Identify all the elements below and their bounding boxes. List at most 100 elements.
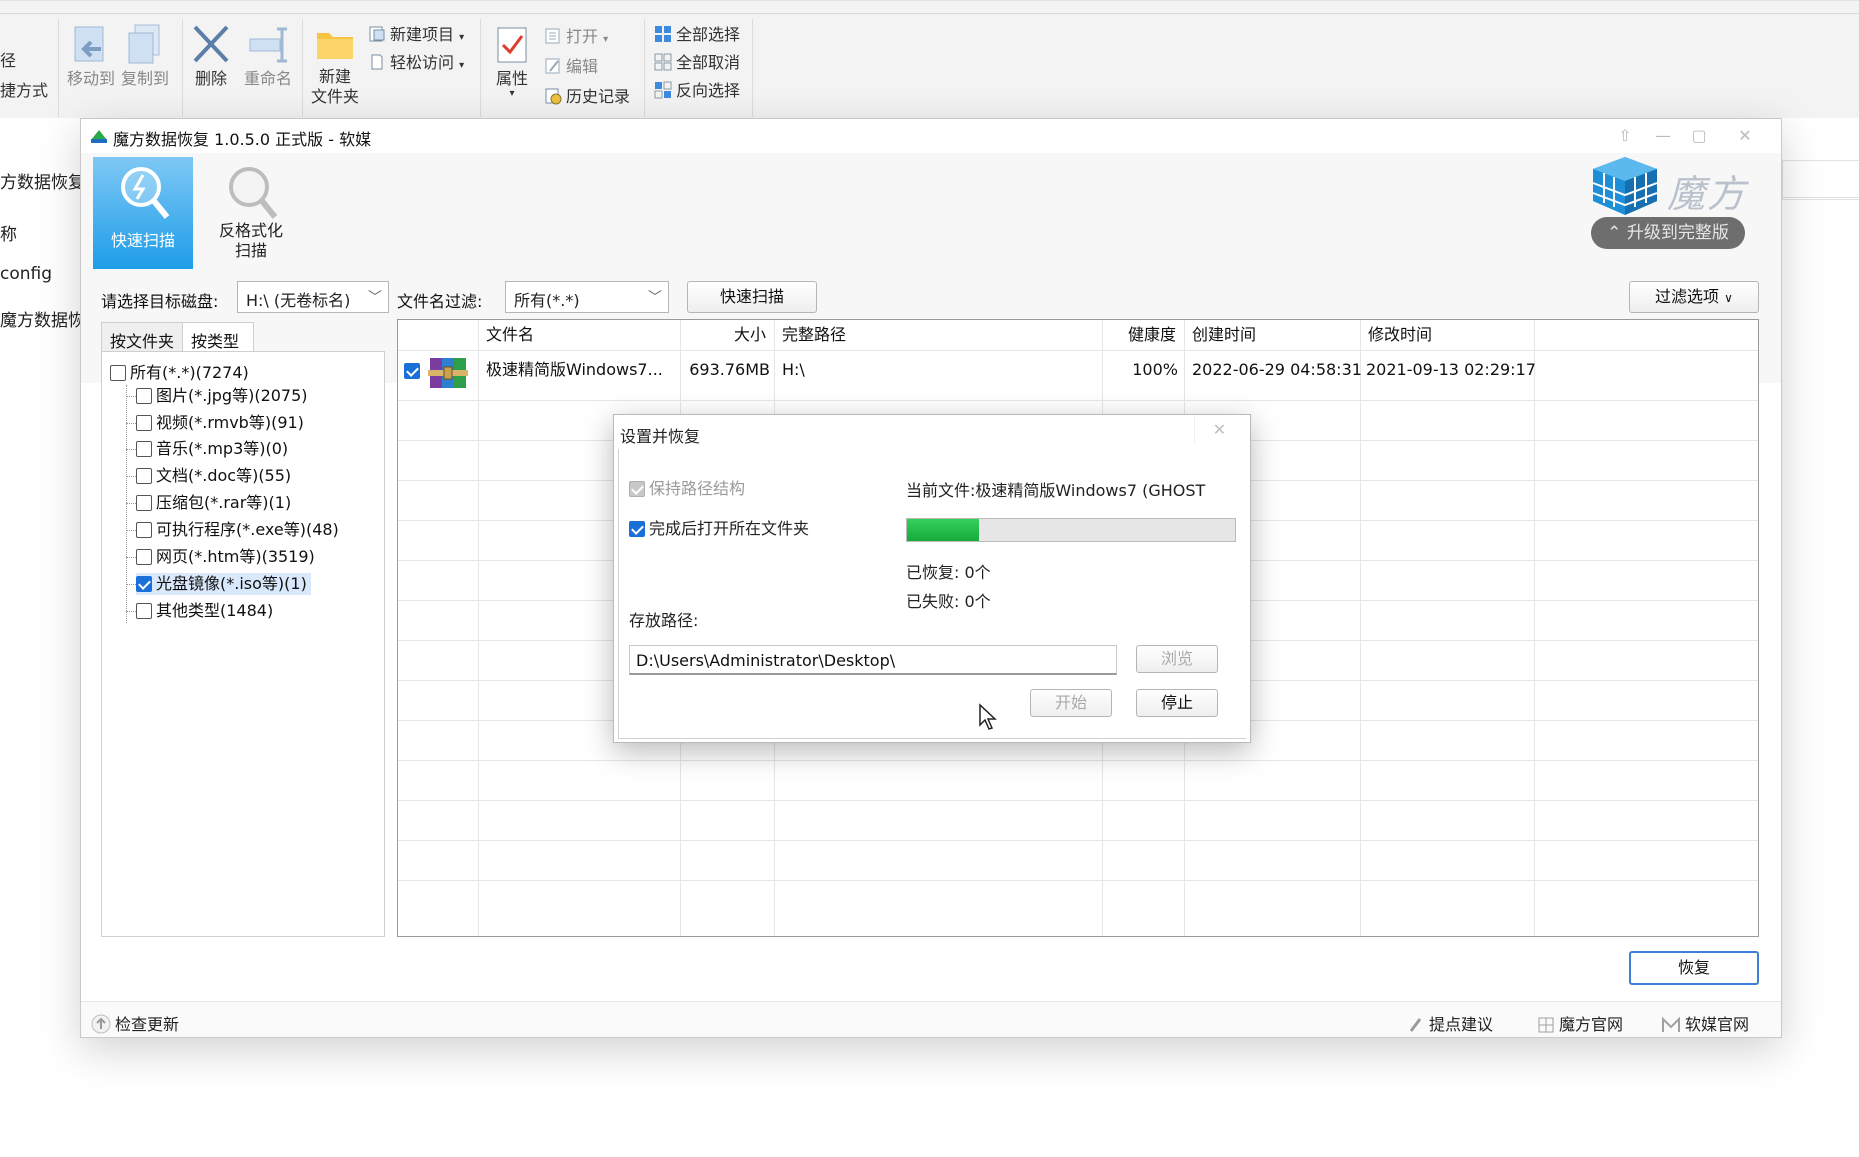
- history-button[interactable]: 历史记录: [544, 87, 630, 107]
- tree-item-label: 可执行程序(*.exe等)(48): [156, 520, 339, 539]
- unformat-scan-tool-label: 反格式化 扫描: [201, 221, 301, 261]
- quick-scan-tool-button[interactable]: 快速扫描: [93, 157, 193, 269]
- filename-filter-label: 文件名过滤:: [397, 292, 483, 311]
- shirt-icon: ⇧: [1618, 126, 1632, 145]
- move-to-button[interactable]: 移动到: [66, 23, 116, 89]
- checkbox-checked[interactable]: [629, 521, 645, 537]
- tree-item-label: 文档(*.doc等)(55): [156, 466, 292, 485]
- ribbon-divider: [302, 19, 303, 117]
- checkbox[interactable]: [136, 468, 152, 484]
- dialog-close-button[interactable]: ✕: [1194, 417, 1244, 443]
- feedback-link[interactable]: 提点建议: [1407, 1011, 1493, 1035]
- quick-scan-button[interactable]: 快速扫描: [687, 281, 817, 313]
- row-checkbox-checked[interactable]: [404, 363, 420, 379]
- tree-item-archives[interactable]: 压缩包(*.rar等)(1): [136, 492, 291, 514]
- checkbox[interactable]: [136, 441, 152, 457]
- save-path-input[interactable]: D:\Users\Administrator\Desktop\: [629, 645, 1117, 675]
- nav-item-config[interactable]: config: [0, 264, 52, 284]
- ribbon-partial-label-1: 径: [0, 51, 17, 70]
- filename-filter-select[interactable]: 所有(*.*) ﹀: [505, 281, 669, 313]
- checkbox-checked[interactable]: [136, 576, 152, 592]
- properties-check-icon: [497, 27, 527, 63]
- checkbox-disabled-checked[interactable]: [629, 481, 645, 497]
- window-title: 魔方数据恢复 1.0.5.0 正式版 - 软媒: [113, 130, 372, 149]
- checkbox[interactable]: [136, 415, 152, 431]
- stop-button[interactable]: 停止: [1136, 689, 1218, 717]
- recover-button[interactable]: 恢复: [1629, 951, 1759, 985]
- open-icon: [545, 28, 560, 44]
- new-item-dropdown[interactable]: 新建项目 ▾: [368, 25, 464, 48]
- update-arrow-icon: [91, 1014, 111, 1034]
- easy-access-dropdown[interactable]: 轻松访问 ▾: [368, 53, 464, 76]
- tree-item-documents[interactable]: 文档(*.doc等)(55): [136, 465, 291, 487]
- grid-line: [398, 880, 1758, 881]
- move-to-icon: [74, 26, 104, 62]
- checkbox[interactable]: [136, 549, 152, 565]
- ruanmei-site-label: 软媒官网: [1685, 1015, 1750, 1034]
- ruanmei-site-link[interactable]: 软媒官网: [1661, 1011, 1749, 1035]
- grid-line: [398, 350, 1758, 351]
- tree-item-executables[interactable]: 可执行程序(*.exe等)(48): [136, 519, 339, 541]
- column-header-path[interactable]: 完整路径: [776, 320, 852, 350]
- browse-button[interactable]: 浏览: [1136, 645, 1218, 673]
- start-button[interactable]: 开始: [1030, 689, 1112, 717]
- file-type-tree: 所有(*.*)(7274) 图片(*.jpg等)(2075) 视频(*.rmvb…: [101, 351, 385, 937]
- check-update-link[interactable]: 检查更新: [91, 1011, 179, 1035]
- new-folder-button[interactable]: 新建 文件夹: [306, 27, 364, 107]
- edit-button[interactable]: 编辑: [544, 57, 598, 77]
- keep-path-structure-checkbox[interactable]: 保持路径结构: [629, 475, 745, 499]
- nav-item-partial[interactable]: 方数据恢复: [0, 168, 85, 193]
- checkbox[interactable]: [136, 603, 152, 619]
- column-header-health[interactable]: 健康度: [1104, 320, 1182, 350]
- filter-options-button[interactable]: 过滤选项 ∨: [1629, 281, 1759, 313]
- close-icon: ✕: [1212, 420, 1227, 439]
- target-disk-select[interactable]: H:\ (无卷标名) ﹀: [237, 281, 389, 313]
- skin-button[interactable]: ⇧: [1607, 123, 1643, 149]
- upgrade-button[interactable]: ⌃ 升级到完整版: [1591, 217, 1745, 249]
- tree-item-videos[interactable]: 视频(*.rmvb等)(91): [136, 412, 304, 434]
- tree-item-webpages[interactable]: 网页(*.htm等)(3519): [136, 546, 315, 568]
- checkbox[interactable]: [136, 495, 152, 511]
- open-dropdown[interactable]: 打开 ▾: [544, 27, 608, 50]
- maximize-button[interactable]: ▢: [1681, 123, 1717, 149]
- invert-selection-button[interactable]: 反向选择: [654, 81, 740, 101]
- ribbon-divider: [58, 19, 59, 117]
- checkbox[interactable]: [110, 365, 126, 381]
- explorer-navigation-pane: 方数据恢复 称 config 魔方数据恢复: [0, 118, 102, 1157]
- open-folder-after-checkbox[interactable]: 完成后打开所在文件夹: [629, 515, 809, 539]
- tree-item-all[interactable]: 所有(*.*)(7274): [110, 362, 249, 384]
- tree-item-others[interactable]: 其他类型(1484): [136, 600, 273, 622]
- checkbox[interactable]: [136, 388, 152, 404]
- copy-to-button[interactable]: 复制到: [120, 23, 170, 89]
- tree-item-music[interactable]: 音乐(*.mp3等)(0): [136, 438, 288, 460]
- tree-item-disc-images[interactable]: 光盘镜像(*.iso等)(1): [136, 573, 311, 595]
- target-disk-value: H:\ (无卷标名): [246, 291, 351, 310]
- column-header-modified[interactable]: 修改时间: [1362, 320, 1438, 350]
- column-header-name[interactable]: 文件名: [480, 320, 540, 350]
- delete-x-icon: [193, 25, 229, 63]
- unformat-scan-tool-button[interactable]: 反格式化 扫描: [201, 157, 301, 269]
- tab-by-folder[interactable]: 按文件夹: [101, 322, 183, 352]
- edit-label: 编辑: [566, 57, 599, 76]
- keep-path-structure-label: 保持路径结构: [649, 479, 746, 498]
- select-none-button[interactable]: 全部取消: [654, 53, 740, 73]
- column-header-created[interactable]: 创建时间: [1186, 320, 1262, 350]
- tab-by-type[interactable]: 按类型: [182, 322, 254, 352]
- close-button[interactable]: ✕: [1727, 123, 1763, 149]
- new-folder-label-1: 新建: [318, 67, 351, 86]
- delete-button[interactable]: 删除: [188, 23, 234, 89]
- tree-item-images[interactable]: 图片(*.jpg等)(2075): [136, 385, 308, 407]
- pencil-icon: [1409, 1018, 1422, 1032]
- row-file-path: H:\: [782, 360, 805, 379]
- checkbox[interactable]: [136, 522, 152, 538]
- rename-button[interactable]: 重命名: [240, 23, 296, 89]
- mofang-site-link[interactable]: 魔方官网: [1537, 1011, 1623, 1035]
- column-header-size[interactable]: 大小: [682, 320, 772, 350]
- properties-button[interactable]: 属性 ▾: [490, 25, 534, 99]
- grid-globe-icon: [1538, 1017, 1554, 1033]
- app-logo-icon: [91, 130, 107, 143]
- unformat-scan-label-2: 扫描: [234, 241, 267, 260]
- select-all-button[interactable]: 全部选择: [654, 25, 740, 45]
- open-label: 打开: [566, 27, 599, 46]
- minimize-button[interactable]: —: [1645, 123, 1681, 149]
